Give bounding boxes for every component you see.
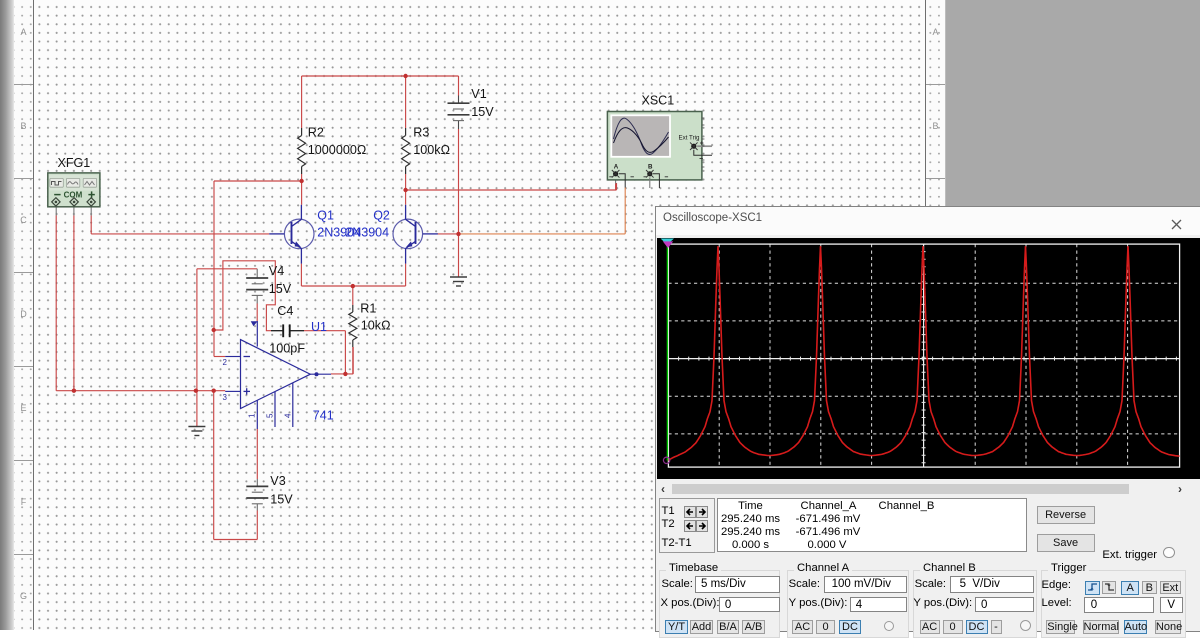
svg-text:741: 741 bbox=[313, 409, 334, 423]
svg-text:4: 4 bbox=[284, 413, 293, 418]
svg-text:V4: V4 bbox=[269, 264, 284, 278]
svg-text:Q2: Q2 bbox=[373, 209, 390, 223]
svg-text:10kΩ: 10kΩ bbox=[361, 319, 391, 333]
svg-text:3: 3 bbox=[223, 393, 228, 402]
svg-text:1: 1 bbox=[248, 413, 257, 418]
svg-text:15V: 15V bbox=[471, 105, 494, 119]
svg-text:V1: V1 bbox=[471, 87, 486, 101]
svg-text:R3: R3 bbox=[413, 126, 429, 140]
svg-text:A: A bbox=[614, 164, 619, 171]
svg-text:XSC1: XSC1 bbox=[642, 94, 675, 108]
svg-text:15V: 15V bbox=[270, 493, 293, 507]
svg-text:100pF: 100pF bbox=[269, 342, 305, 356]
svg-text:1000000Ω: 1000000Ω bbox=[308, 143, 366, 157]
svg-text:R2: R2 bbox=[308, 126, 324, 140]
svg-text:2: 2 bbox=[223, 358, 228, 367]
svg-text:2N3904: 2N3904 bbox=[345, 225, 389, 239]
svg-text:Q1: Q1 bbox=[317, 209, 334, 223]
svg-text:R1: R1 bbox=[360, 302, 376, 316]
svg-text:100kΩ: 100kΩ bbox=[413, 143, 450, 157]
svg-text:C4: C4 bbox=[277, 304, 293, 318]
svg-text:U1: U1 bbox=[311, 320, 327, 334]
svg-text:15V: 15V bbox=[269, 282, 292, 296]
svg-text:B: B bbox=[648, 164, 653, 171]
svg-text:XFG1: XFG1 bbox=[58, 156, 91, 170]
svg-text:V3: V3 bbox=[270, 474, 285, 488]
svg-text:Ext Trig: Ext Trig bbox=[679, 134, 701, 141]
svg-text:5: 5 bbox=[266, 413, 275, 418]
